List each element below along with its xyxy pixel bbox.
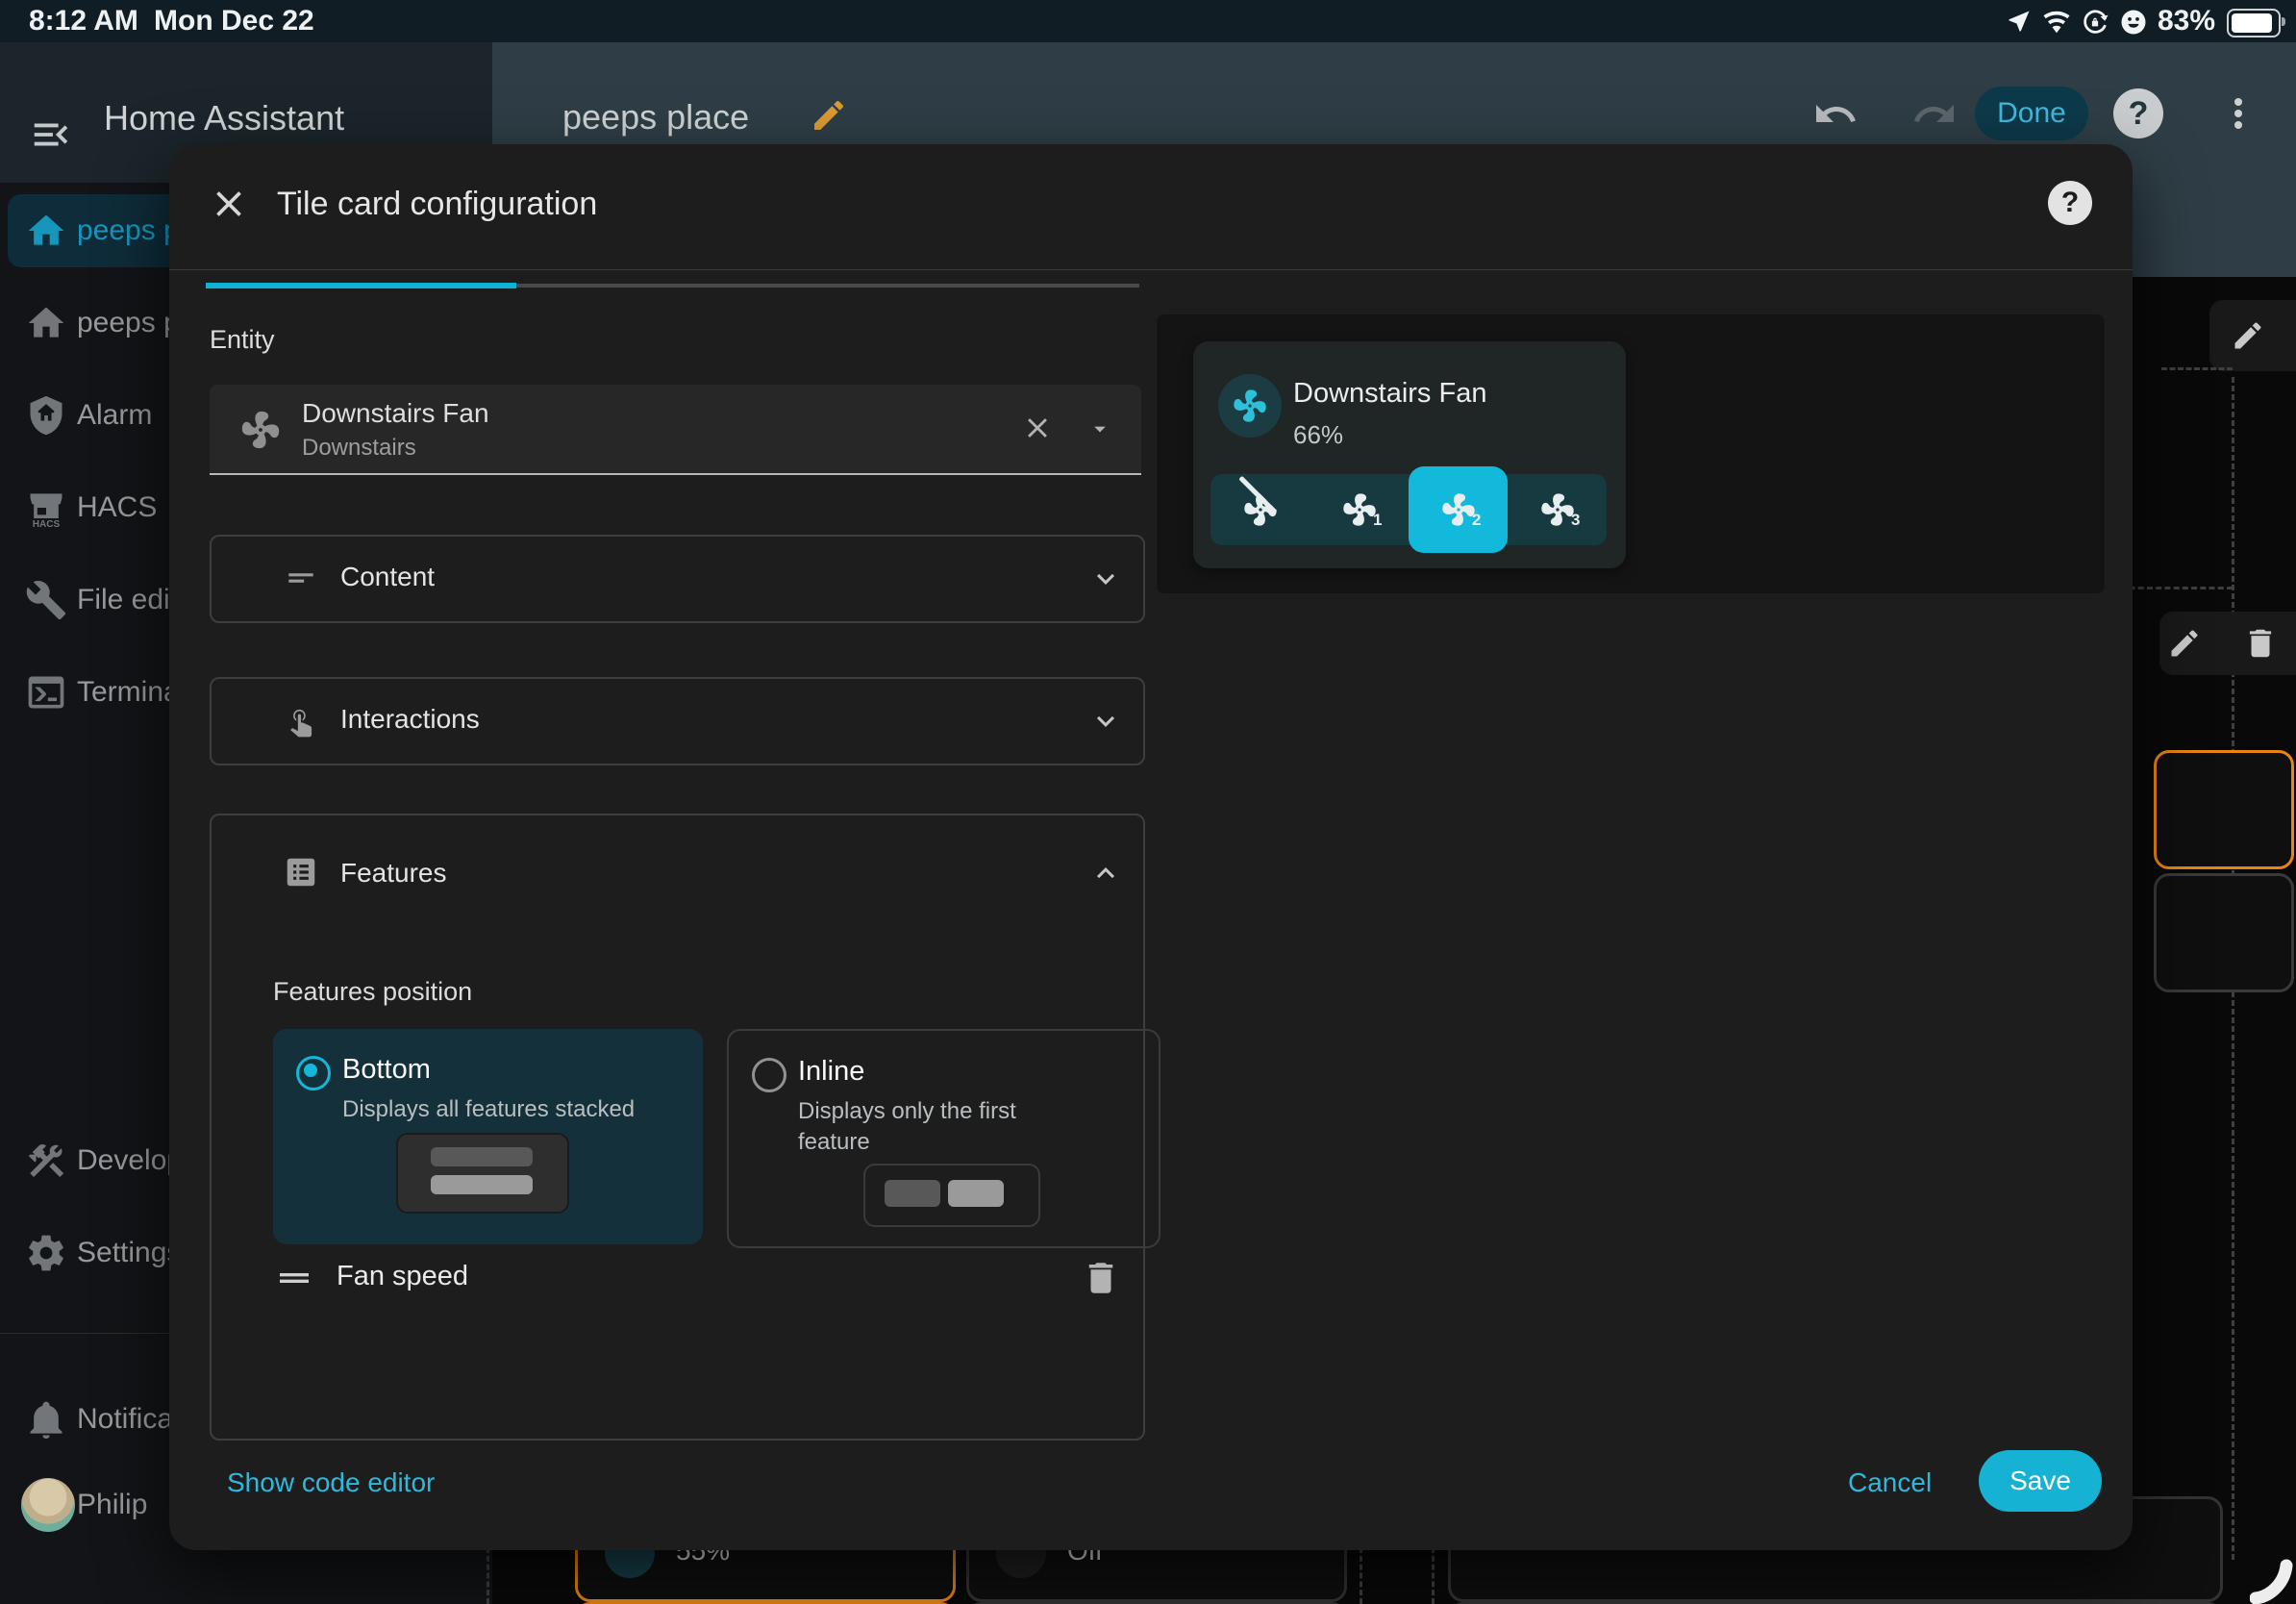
preview-tile-card[interactable]: Downstairs Fan 66% 1 2 (1193, 341, 1626, 568)
background-card-selected[interactable] (2154, 750, 2294, 869)
fan-speed-1-button[interactable]: 1 (1310, 474, 1409, 545)
preview-entity-state: 66% (1293, 420, 1343, 450)
pencil-icon[interactable] (2231, 318, 2265, 353)
chevron-down-icon (1088, 562, 1123, 596)
status-date: Mon Dec 22 (154, 0, 314, 42)
chevron-down-icon (1088, 704, 1123, 739)
wifi-icon (2042, 8, 2071, 37)
edit-dashboard-title-icon[interactable] (810, 96, 848, 135)
header-help-button[interactable]: ? (2113, 88, 2163, 138)
dialog-title: Tile card configuration (277, 183, 597, 225)
fan-icon-badge[interactable] (1218, 374, 1282, 438)
clear-entity-icon[interactable] (1021, 412, 1054, 444)
content-section-toggle[interactable]: Content (210, 535, 1145, 623)
entity-dropdown-caret-icon[interactable] (1086, 415, 1113, 442)
status-time: 8:12 AM (29, 0, 138, 42)
active-tab-indicator[interactable] (206, 283, 516, 288)
tab-bar-track[interactable] (516, 284, 1139, 288)
redo-icon[interactable] (1911, 91, 1958, 138)
fan-speed-feature-bar: 1 2 3 (1210, 474, 1607, 545)
radio-unselected[interactable] (752, 1058, 786, 1092)
chevron-up-icon[interactable] (1088, 856, 1123, 890)
status-bar: 8:12 AM Mon Dec 22 83% (0, 0, 2296, 42)
interactions-section-toggle[interactable]: Interactions (210, 677, 1145, 765)
screen: 8:12 AM Mon Dec 22 83% peeps place Done … (0, 0, 2296, 1604)
pencil-icon[interactable] (2167, 626, 2202, 661)
overflow-menu-icon[interactable] (2215, 90, 2261, 137)
list-box-icon (283, 854, 319, 890)
radio-selected[interactable] (296, 1056, 331, 1090)
location-icon (2006, 8, 2033, 35)
home-icon (25, 210, 67, 252)
hacs-store-icon (25, 487, 67, 529)
wrench-icon (25, 579, 67, 621)
inline-position-illustration (863, 1164, 1040, 1227)
entity-area: Downstairs (302, 435, 416, 462)
entity-name: Downstairs Fan (302, 398, 489, 429)
fan-speed-3-button[interactable]: 3 (1508, 474, 1607, 545)
undo-icon[interactable] (1812, 91, 1859, 138)
menu-icon[interactable] (29, 113, 73, 157)
entity-picker[interactable]: Downstairs Fan Downstairs (210, 385, 1141, 475)
dashed-border (2161, 367, 2233, 370)
home-icon (25, 302, 67, 344)
features-section: Features Features position Bottom Displa… (210, 814, 1145, 1441)
save-button[interactable]: Save (1979, 1450, 2102, 1512)
done-button[interactable]: Done (1975, 87, 2088, 140)
dashboard-title: peeps place (562, 97, 749, 138)
bottom-position-illustration (396, 1133, 569, 1214)
shield-home-icon (25, 394, 67, 437)
trash-icon[interactable] (1081, 1258, 1121, 1298)
preview-entity-name: Downstairs Fan (1293, 378, 1486, 410)
show-code-editor-link[interactable]: Show code editor (227, 1467, 435, 1498)
card-edit-toolbar (2209, 300, 2296, 371)
card-preview-panel: Downstairs Fan 66% 1 2 (1157, 314, 2105, 593)
dialog-header-divider (169, 269, 2133, 270)
spinner-arc (2250, 1556, 2296, 1604)
bell-icon (25, 1398, 67, 1441)
face-icon (2119, 8, 2148, 37)
avatar (21, 1478, 75, 1532)
fan-icon (238, 408, 283, 452)
gesture-tap-icon (283, 702, 319, 739)
trash-icon[interactable] (2242, 625, 2279, 662)
battery-percent: 83% (2158, 0, 2215, 42)
features-position-label: Features position (273, 977, 472, 1007)
dialog-help-button[interactable]: ? (2048, 181, 2092, 225)
features-section-label: Features (340, 858, 447, 889)
features-position-bottom-option[interactable]: Bottom Displays all features stacked (273, 1029, 703, 1244)
rotation-lock-icon (2081, 8, 2109, 37)
interactions-section-label: Interactions (340, 704, 480, 735)
fan-speed-2-button-selected[interactable]: 2 (1409, 466, 1508, 553)
close-icon[interactable] (208, 183, 250, 225)
fan-speed-off-button[interactable] (1210, 474, 1310, 545)
card-edit-toolbar (2159, 612, 2296, 675)
gear-icon (25, 1232, 67, 1274)
text-short-icon (283, 560, 319, 596)
content-section-label: Content (340, 562, 435, 592)
hammer-icon (25, 1140, 67, 1182)
cancel-button[interactable]: Cancel (1848, 1467, 1932, 1498)
drag-handle-icon[interactable] (275, 1259, 313, 1297)
app-title: Home Assistant (104, 98, 344, 138)
features-position-inline-option[interactable]: Inline Displays only the first feature (727, 1029, 1160, 1248)
battery-icon (2227, 9, 2281, 38)
feature-row-label: Fan speed (337, 1261, 468, 1292)
feature-row-fan-speed: Fan speed (212, 1243, 1143, 1311)
terminal-icon (25, 671, 67, 714)
tile-card-config-dialog: Tile card configuration ? Entity Downsta… (169, 144, 2133, 1550)
background-card[interactable] (2154, 873, 2294, 992)
entity-label: Entity (210, 325, 275, 355)
